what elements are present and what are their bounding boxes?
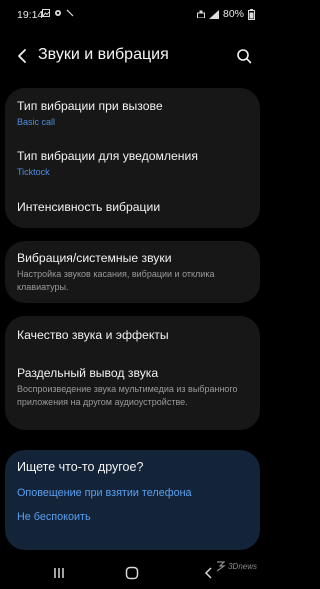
watermark-text: 3Dnews: [228, 561, 257, 571]
link-do-not-disturb[interactable]: Не беспокоить: [17, 511, 91, 523]
status-right: 80%: [196, 8, 255, 20]
home-icon[interactable]: [123, 564, 141, 582]
settings-item-sound-quality[interactable]: Качество звука и эффекты: [17, 328, 252, 342]
suggestions-title: Ищете что-то другое?: [17, 460, 144, 474]
item-title: Раздельный вывод звука: [17, 366, 159, 380]
settings-item-call-vibration[interactable]: Тип вибрации при вызове Basic call: [17, 99, 252, 127]
watermark: 3Dnews: [216, 560, 257, 572]
search-icon[interactable]: [235, 46, 253, 66]
system-sounds-card: Вибрация/системные звуки Настройка звуко…: [5, 241, 260, 303]
battery-icon: [248, 8, 255, 20]
settings-item-notification-vibration[interactable]: Тип вибрации для уведомления Ticktock: [17, 149, 252, 177]
back-arrow-icon[interactable]: [14, 46, 32, 66]
gallery-icon: [42, 9, 50, 17]
sound-quality-card: Качество звука и эффекты Раздельный выво…: [5, 316, 260, 430]
signal-icon: [208, 9, 219, 19]
item-title: Вибрация/системные звуки: [17, 251, 172, 265]
suggestions-card: Ищете что-то другое? Оповещение при взят…: [5, 450, 260, 550]
alarm-icon: [196, 10, 205, 18]
watermark-logo-icon: [216, 561, 226, 572]
settings-icon: [55, 10, 61, 16]
item-title: Тип вибрации для уведомления: [17, 149, 198, 163]
settings-item-separate-app-sound[interactable]: Раздельный вывод звука Воспроизведение з…: [17, 366, 252, 408]
vibration-card: Тип вибрации при вызове Basic call Тип в…: [5, 88, 260, 228]
status-bar: 19:14 80%: [0, 0, 265, 28]
item-title: Качество звука и эффекты: [17, 328, 169, 342]
status-left-icons: [42, 9, 74, 17]
item-value: Basic call: [17, 117, 56, 127]
item-title: Тип вибрации при вызове: [17, 99, 163, 113]
item-description: Воспроизведение звука мультимедиа из выб…: [17, 384, 238, 407]
tools-icon: [66, 9, 74, 17]
battery-percentage: 80%: [222, 8, 244, 20]
status-time: 19:14: [17, 9, 44, 21]
item-description: Настройка звуков касания, вибрации и отк…: [17, 269, 215, 292]
settings-item-system-sounds[interactable]: Вибрация/системные звуки Настройка звуко…: [17, 251, 252, 293]
item-value: Ticktock: [17, 167, 50, 177]
settings-item-vibration-intensity[interactable]: Интенсивность вибрации: [17, 200, 252, 214]
header: Звуки и вибрация: [0, 40, 265, 72]
page-title: Звуки и вибрация: [38, 46, 169, 63]
recent-apps-icon[interactable]: [50, 564, 68, 582]
item-title: Интенсивность вибрации: [17, 200, 161, 214]
link-pickup-alert[interactable]: Оповещение при взятии телефона: [17, 487, 192, 499]
